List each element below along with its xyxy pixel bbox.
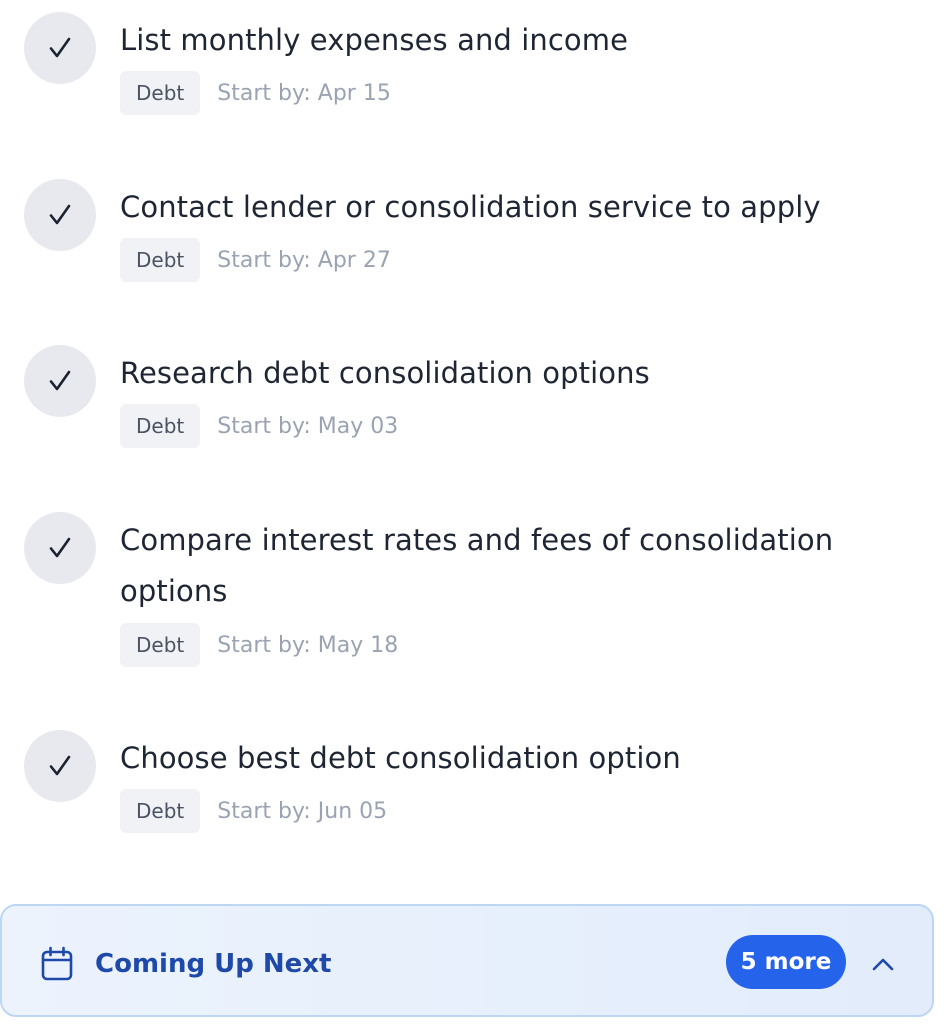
coming-up-next-panel[interactable]: Coming Up Next 5 more <box>0 904 934 1017</box>
category-tag: Debt <box>120 238 201 282</box>
task-meta: Debt Start by: Apr 27 <box>120 238 391 282</box>
checkmark-icon <box>49 37 71 58</box>
expand-toggle-button[interactable] <box>868 949 898 979</box>
task-meta: Debt Start by: Jun 05 <box>120 789 387 833</box>
calendar-icon <box>41 946 73 981</box>
task-title[interactable]: Contact lender or consolidation service … <box>120 182 880 233</box>
more-count-badge: 5 more <box>726 935 846 989</box>
category-tag: Debt <box>120 623 201 667</box>
coming-up-next-title: Coming Up Next <box>95 949 332 979</box>
task-complete-toggle[interactable] <box>24 730 96 802</box>
checkmark-icon <box>49 370 71 391</box>
task-complete-toggle[interactable] <box>24 12 96 84</box>
task-title[interactable]: Choose best debt consolidation option <box>120 733 880 784</box>
category-tag: Debt <box>120 789 201 833</box>
checkmark-icon <box>49 755 71 776</box>
task-title[interactable]: Research debt consolidation options <box>120 348 880 399</box>
task-meta: Debt Start by: May 18 <box>120 623 398 667</box>
start-date: Start by: Apr 27 <box>217 247 391 273</box>
start-date: Start by: Apr 15 <box>217 80 391 106</box>
task-meta: Debt Start by: Apr 15 <box>120 71 391 115</box>
category-tag: Debt <box>120 71 201 115</box>
chevron-up-icon <box>872 958 894 971</box>
task-complete-toggle[interactable] <box>24 512 96 584</box>
task-complete-toggle[interactable] <box>24 179 96 251</box>
checkmark-icon <box>49 537 71 558</box>
start-date: Start by: May 03 <box>217 413 399 439</box>
category-tag: Debt <box>120 404 201 448</box>
start-date: Start by: Jun 05 <box>217 798 388 824</box>
task-meta: Debt Start by: May 03 <box>120 404 398 448</box>
task-title[interactable]: List monthly expenses and income <box>120 15 880 66</box>
checkmark-icon <box>49 204 71 225</box>
task-complete-toggle[interactable] <box>24 345 96 417</box>
start-date: Start by: May 18 <box>217 632 399 658</box>
task-title[interactable]: Compare interest rates and fees of conso… <box>120 515 840 617</box>
